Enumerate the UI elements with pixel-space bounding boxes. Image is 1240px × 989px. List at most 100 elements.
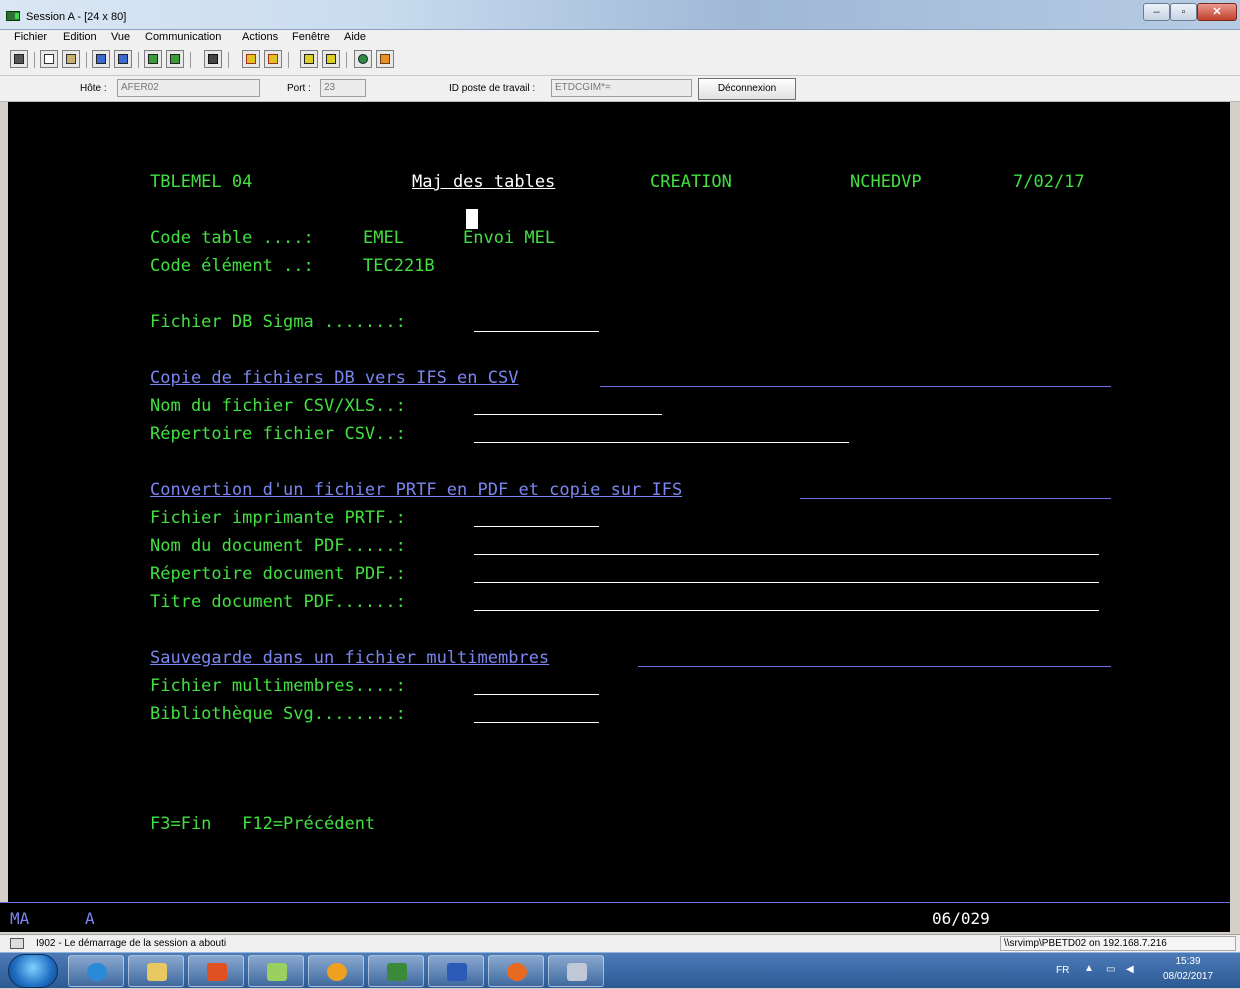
taskbar: FR ▲ ▭ ◀ 15:39 08/02/2017 (0, 952, 1240, 988)
keyboard-map-icon[interactable] (264, 50, 282, 68)
office-icon[interactable] (188, 955, 244, 987)
status-bar: I902 - Le démarrage de la session a abou… (0, 934, 1240, 952)
maximize-button[interactable]: ▫ (1170, 3, 1197, 21)
receive-icon[interactable] (114, 50, 132, 68)
host-field[interactable]: AFER02 (117, 79, 260, 97)
terminal-screen[interactable] (8, 102, 1230, 902)
app-icon[interactable] (6, 11, 20, 21)
title-bar: Session A - [24 x 80] – ▫ ✕ (0, 0, 1240, 30)
bibliotheque-label: Bibliothèque Svg........: (150, 704, 406, 724)
workstation-field[interactable]: ETDCGIM*= (551, 79, 692, 97)
host-label: Hôte : (80, 83, 107, 94)
globe-icon[interactable] (354, 50, 372, 68)
section-pdf-title: Convertion d'un fichier PRTF en PDF et c… (150, 480, 683, 500)
pdf-name-input[interactable] (474, 554, 1099, 555)
ie-icon[interactable] (68, 955, 124, 987)
toolbar-separator (288, 52, 289, 68)
program-name: TBLEMEL 04 (150, 172, 253, 192)
section-multimembres-title: Sauvegarde dans un fichier multimembres (150, 648, 550, 668)
menu-aide[interactable]: Aide (344, 31, 366, 43)
fichier-db-label: Fichier DB Sigma .......: (150, 312, 406, 332)
minimize-button[interactable]: – (1143, 3, 1170, 21)
toolbar-separator (228, 52, 229, 68)
network-icon[interactable]: ▭ (1106, 964, 1115, 975)
screen-title: Maj des tables (412, 172, 556, 192)
bibliotheque-input[interactable] (474, 722, 599, 723)
prtf-label: Fichier imprimante PRTF.: (150, 508, 406, 528)
pdf-title-input[interactable] (474, 610, 1099, 611)
transfer-up-icon[interactable] (300, 50, 318, 68)
tray-arrow-icon[interactable]: ▲ (1084, 963, 1094, 974)
menu-communication[interactable]: Communication (145, 31, 221, 43)
color-map-icon[interactable] (242, 50, 260, 68)
toolbar-separator (34, 52, 35, 68)
language-indicator[interactable]: FR (1056, 965, 1069, 976)
toolbar-separator (346, 52, 347, 68)
menu-bar: Fichier Edition Vue Communication Action… (0, 30, 1240, 46)
code-table-label: Code table ....: (150, 228, 314, 248)
csv-dir-label: Répertoire fichier CSV..: (150, 424, 406, 444)
firefox-icon[interactable] (488, 955, 544, 987)
section-multimembres-rule (638, 666, 1111, 667)
paste-icon[interactable] (62, 50, 80, 68)
volume-icon[interactable]: ◀ (1126, 964, 1134, 975)
pdf-name-label: Nom du document PDF.....: (150, 536, 406, 556)
start-button[interactable] (8, 954, 58, 988)
connection-bar: Hôte : AFER02 Port : 23 ID poste de trav… (0, 76, 1240, 102)
snipping-icon[interactable] (548, 955, 604, 987)
window-title: Session A - [24 x 80] (26, 11, 127, 23)
port-label: Port : (287, 83, 311, 94)
menu-edition[interactable]: Edition (63, 31, 97, 43)
code-table-description: Envoi MEL (463, 228, 556, 248)
pencil-icon[interactable] (376, 50, 394, 68)
prtf-input[interactable] (474, 526, 599, 527)
disconnect-button[interactable]: Déconnexion (698, 78, 796, 100)
multimembres-input[interactable] (474, 694, 599, 695)
macro-play-icon[interactable] (144, 50, 162, 68)
clock-date[interactable]: 08/02/2017 (1154, 971, 1222, 982)
menu-fenetre[interactable]: Fenêtre (292, 31, 330, 43)
user-label: NCHEDVP (850, 172, 922, 192)
screen-icon[interactable] (10, 50, 28, 68)
oia-mode: A (85, 909, 95, 928)
section-pdf-rule (800, 498, 1111, 499)
session-icon[interactable] (368, 955, 424, 987)
workstation-label: ID poste de travail : (449, 83, 536, 94)
toolbar (0, 46, 1240, 76)
code-element-value: TEC221B (363, 256, 435, 276)
mode-label: CREATION (650, 172, 732, 192)
csv-name-input[interactable] (474, 414, 662, 415)
explorer-icon[interactable] (128, 955, 184, 987)
toolbar-separator (190, 52, 191, 68)
word-icon[interactable] (428, 955, 484, 987)
pdf-dir-input[interactable] (474, 582, 1099, 583)
window-frame (1230, 102, 1240, 932)
pdf-dir-label: Répertoire document PDF.: (150, 564, 406, 584)
csv-dir-input[interactable] (474, 442, 849, 443)
menu-vue[interactable]: Vue (111, 31, 130, 43)
toolbar-separator (138, 52, 139, 68)
transfer-down-icon[interactable] (322, 50, 340, 68)
oia-indicator: MA (10, 909, 30, 928)
date-label: 7/02/17 (1013, 172, 1085, 192)
screen-capture-icon[interactable] (204, 50, 222, 68)
section-csv-title: Copie de fichiers DB vers IFS en CSV (150, 368, 519, 388)
pdf-title-label: Titre document PDF......: (150, 592, 406, 612)
send-icon[interactable] (92, 50, 110, 68)
operator-info-area: MA A 06/029 (0, 902, 1230, 932)
csv-name-label: Nom du fichier CSV/XLS..: (150, 396, 406, 416)
macro-record-icon[interactable] (166, 50, 184, 68)
copy-icon[interactable] (40, 50, 58, 68)
close-button[interactable]: ✕ (1197, 3, 1237, 21)
menu-actions[interactable]: Actions (242, 31, 278, 43)
folder-icon[interactable] (248, 955, 304, 987)
fichier-db-input[interactable] (474, 331, 599, 332)
menu-fichier[interactable]: Fichier (14, 31, 47, 43)
status-message: I902 - Le démarrage de la session a abou… (36, 938, 227, 949)
cursor-position: 06/029 (932, 909, 990, 928)
clock-time[interactable]: 15:39 (1160, 956, 1216, 967)
port-field[interactable]: 23 (320, 79, 366, 97)
app-orange-icon[interactable] (308, 955, 364, 987)
connection-info: \\srvimp\PBETD02 on 192.168.7.216 (1000, 936, 1236, 951)
code-element-label: Code élément ..: (150, 256, 314, 276)
